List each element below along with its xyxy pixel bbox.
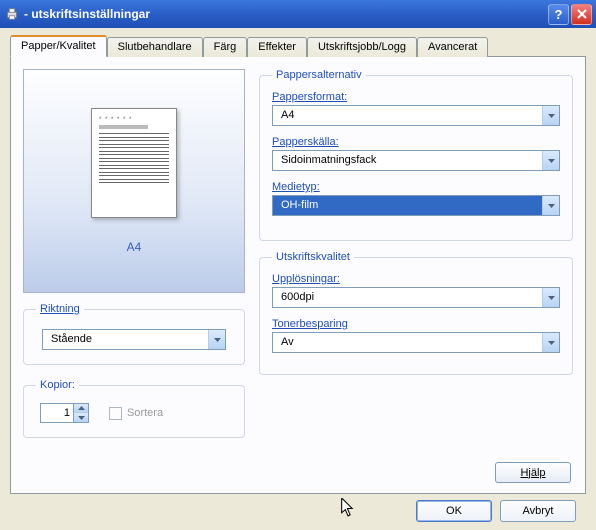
quality-legend: Utskriftskvalitet	[272, 251, 354, 263]
ok-button[interactable]: OK	[416, 500, 492, 522]
source-label: Papperskälla:	[272, 136, 560, 148]
tab-paper-quality[interactable]: Papper/Kvalitet	[10, 35, 107, 57]
tab-advanced[interactable]: Avancerat	[417, 37, 488, 57]
orientation-combo[interactable]: Stående	[42, 329, 226, 350]
format-combo[interactable]: A4	[272, 105, 560, 126]
spin-down-icon[interactable]	[74, 413, 88, 422]
chevron-down-icon	[542, 106, 559, 125]
spin-up-icon[interactable]	[74, 404, 88, 413]
close-button[interactable]	[571, 4, 592, 25]
chevron-down-icon	[542, 333, 559, 352]
tab-effects[interactable]: Effekter	[247, 37, 307, 57]
cancel-button[interactable]: Avbryt	[500, 500, 576, 522]
resolution-combo[interactable]: 600dpi	[272, 287, 560, 308]
source-value: Sidoinmatningsfack	[273, 151, 542, 170]
orientation-group: Riktning Stående	[23, 303, 245, 365]
format-value: A4	[273, 106, 542, 125]
tab-bar: Papper/Kvalitet Slutbehandlare Färg Effe…	[10, 37, 586, 57]
source-combo[interactable]: Sidoinmatningsfack	[272, 150, 560, 171]
resolution-value: 600dpi	[273, 288, 542, 307]
copies-input[interactable]	[40, 403, 74, 423]
collate-checkbox: Sortera	[109, 407, 163, 420]
media-combo[interactable]: OH-film	[272, 195, 560, 216]
tab-color[interactable]: Färg	[203, 37, 248, 57]
title-bar: - utskriftsinställningar ?	[0, 0, 596, 28]
toner-combo[interactable]: Av	[272, 332, 560, 353]
tab-finishing[interactable]: Slutbehandlare	[107, 37, 203, 57]
quality-group: Utskriftskvalitet Upplösningar: 600dpi T…	[259, 251, 573, 375]
checkbox-box	[109, 407, 122, 420]
orientation-legend: Riktning	[36, 303, 84, 315]
window-title: - utskriftsinställningar	[24, 7, 546, 21]
chevron-down-icon	[208, 330, 225, 349]
tab-panel: * * * * * * A4 Riktning Stående	[10, 56, 586, 494]
toner-value: Av	[273, 333, 542, 352]
toner-label: Tonerbesparing	[272, 318, 560, 330]
printer-icon	[4, 6, 20, 22]
chevron-down-icon	[542, 288, 559, 307]
copies-group: Kopior: Sortera	[23, 379, 245, 438]
paper-icon: * * * * * *	[91, 108, 177, 218]
tab-joblog[interactable]: Utskriftsjobb/Logg	[307, 37, 417, 57]
media-label: Medietyp:	[272, 181, 560, 193]
chevron-down-icon	[542, 196, 559, 215]
orientation-value: Stående	[43, 330, 208, 349]
paper-options-group: Pappersalternativ Pappersformat: A4 Papp…	[259, 69, 573, 241]
help-button[interactable]: Hjälp	[495, 462, 571, 483]
preview-label: A4	[127, 240, 142, 254]
collate-label: Sortera	[127, 407, 163, 419]
copies-legend: Kopior:	[36, 379, 79, 391]
paper-preview: * * * * * * A4	[23, 69, 245, 293]
chevron-down-icon	[542, 151, 559, 170]
titlebar-help-button[interactable]: ?	[548, 4, 569, 25]
resolution-label: Upplösningar:	[272, 273, 560, 285]
paper-options-legend: Pappersalternativ	[272, 69, 366, 81]
media-value: OH-film	[273, 196, 542, 215]
copies-spinner[interactable]	[40, 403, 89, 423]
format-label: Pappersformat:	[272, 91, 560, 103]
